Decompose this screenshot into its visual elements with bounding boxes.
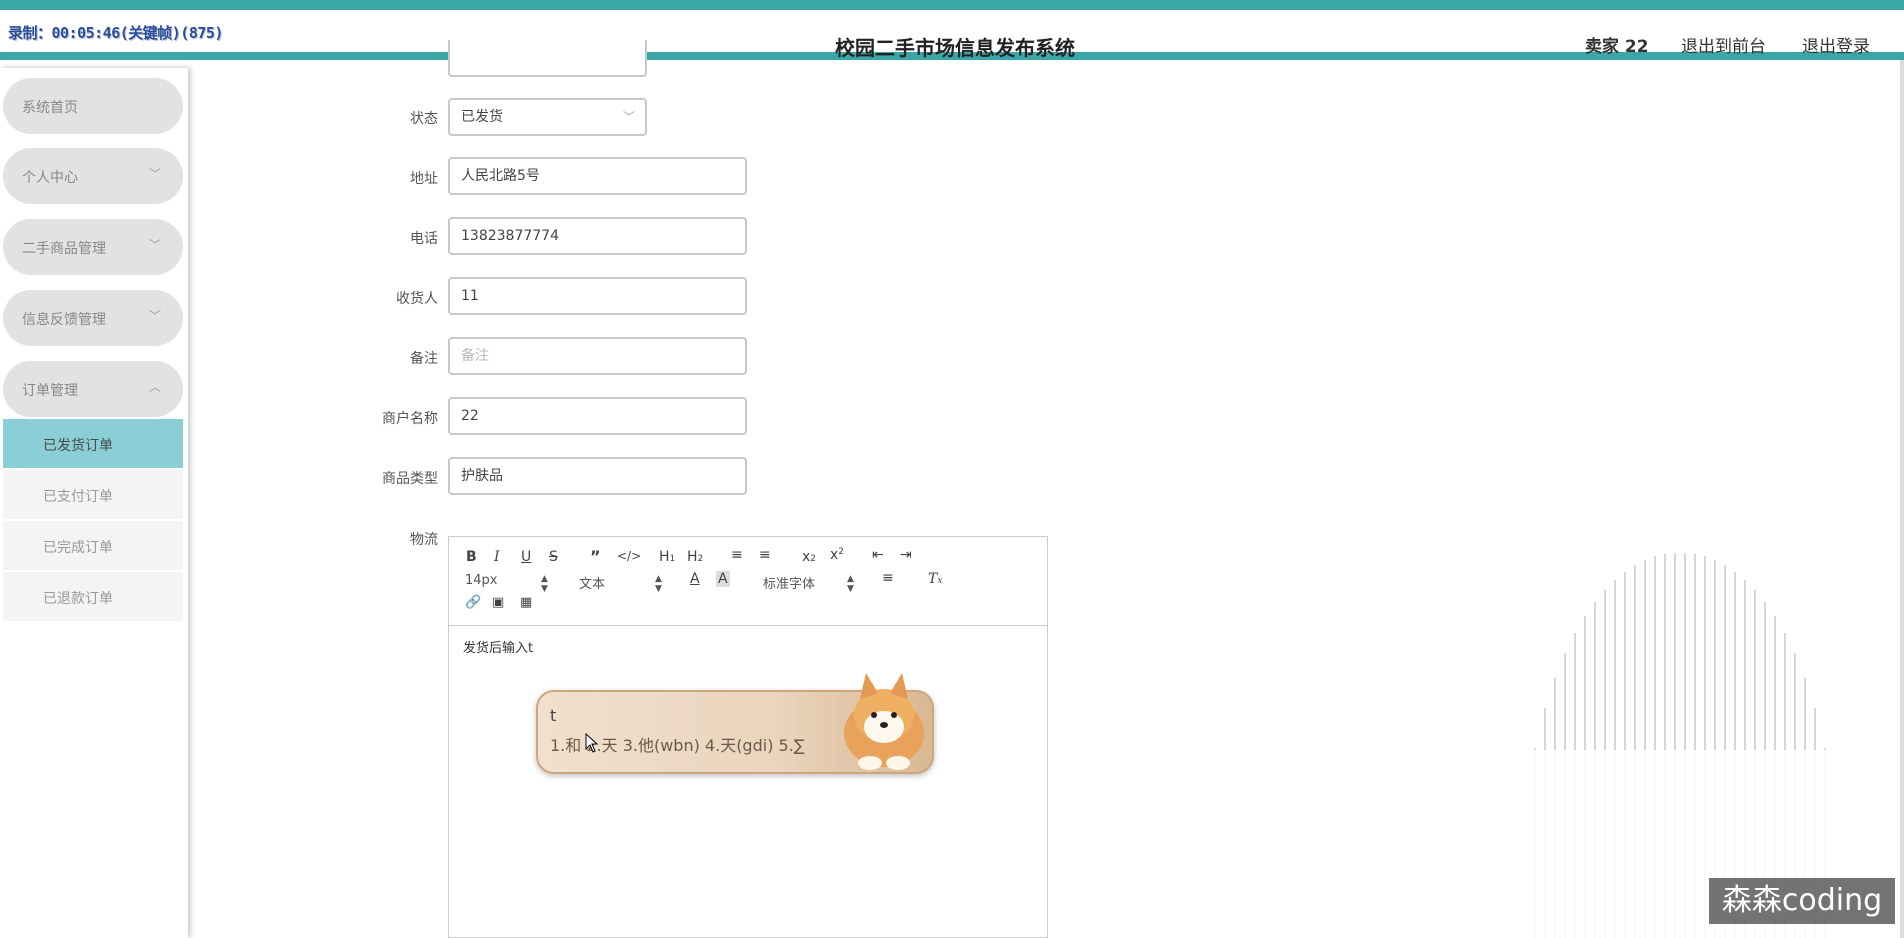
sidebar-item-label: 信息反馈管理 <box>22 312 106 328</box>
watermark: 森森coding <box>1709 878 1895 924</box>
chevron-up-icon: ︿ <box>148 380 161 394</box>
sidebar-item-label: 系统首页 <box>22 100 78 116</box>
logistics-label: 物流 <box>410 532 438 548</box>
header-top-strip <box>0 0 1904 10</box>
sidebar-subitem-label: 已发货订单 <box>43 438 113 454</box>
sidebar-item-feedback-management[interactable]: 信息反馈管理 ﹀ <box>3 290 183 346</box>
sidebar-subitem-completed-orders[interactable]: 已完成订单 <box>3 521 183 571</box>
editor-toolbar: B I U S ” </> H1 H2 ≡ ≡ x2 x2 ⇤ ⇥ 14px ▲… <box>449 537 1047 626</box>
header-bar: 录制：00:05:46(关键帧)(875) 校园二手市场信息发布系统 卖家 22… <box>0 10 1904 60</box>
scrollbar-track[interactable] <box>1900 60 1904 938</box>
indent-icon[interactable]: ⇥ <box>900 547 912 563</box>
italic-icon[interactable]: I <box>494 549 500 565</box>
system-title: 校园二手市场信息发布系统 <box>835 36 1075 60</box>
font-size-select[interactable]: 14px ▲ ▼ <box>465 573 555 594</box>
blockquote-icon[interactable]: ” <box>590 547 601 566</box>
remark-input[interactable]: 备注 <box>448 337 747 375</box>
merchant-label: 商户名称 <box>382 411 438 427</box>
editor-content[interactable]: 发货后输入t <box>463 637 533 656</box>
sidebar: 系统首页 个人中心 ﹀ 二手商品管理 ﹀ 信息反馈管理 ﹀ 订单管理 ︿ 已发货… <box>0 68 188 938</box>
chevron-down-icon: ﹀ <box>148 238 161 252</box>
video-icon[interactable]: ▦ <box>520 595 532 610</box>
exit-to-front-link[interactable]: 退出到前台 <box>1681 32 1766 57</box>
sidebar-subitem-label: 已支付订单 <box>43 489 113 505</box>
sidebar-item-home[interactable]: 系统首页 <box>3 78 183 134</box>
recording-timer: 录制：00:05:46(关键帧)(875) <box>8 24 223 42</box>
background-color-icon[interactable]: A <box>716 571 730 587</box>
previous-field-partial[interactable] <box>448 40 647 77</box>
block-format-value: 文本 <box>579 577 606 592</box>
status-select[interactable]: 已发货 ﹀ <box>448 98 647 136</box>
font-color-icon[interactable]: A <box>690 571 700 587</box>
font-size-value: 14px <box>465 573 498 588</box>
decorative-circle-pattern <box>1530 553 1860 938</box>
bold-icon[interactable]: B <box>466 549 477 565</box>
align-icon[interactable]: ≡ <box>882 570 894 586</box>
subscript-icon[interactable]: x2 <box>802 549 816 565</box>
outdent-icon[interactable]: ⇤ <box>872 547 884 563</box>
updown-icon: ▲ ▼ <box>655 574 662 594</box>
ordered-list-icon[interactable]: ≡ <box>731 547 743 563</box>
image-icon[interactable]: ▣ <box>492 595 504 610</box>
strikethrough-icon[interactable]: S <box>549 549 558 565</box>
category-input[interactable]: 护肤品 <box>448 457 747 495</box>
phone-input[interactable]: 13823877774 <box>448 217 747 255</box>
receiver-label: 收货人 <box>396 291 438 307</box>
address-input[interactable]: 人民北路5号 <box>448 157 747 195</box>
chevron-down-icon: ﹀ <box>622 110 635 124</box>
chevron-down-icon: ﹀ <box>148 309 161 323</box>
sidebar-item-label: 订单管理 <box>22 383 78 399</box>
phone-label: 电话 <box>410 231 438 247</box>
chevron-down-icon: ﹀ <box>148 167 161 181</box>
clear-format-icon[interactable]: Tx <box>928 571 942 587</box>
bullet-list-icon[interactable]: ≡ <box>759 547 771 563</box>
link-icon[interactable]: 🔗 <box>465 595 481 610</box>
underline-icon[interactable]: U <box>521 549 531 565</box>
logout-link[interactable]: 退出登录 <box>1802 32 1870 57</box>
font-family-select[interactable]: 标准字体 ▲ ▼ <box>763 573 859 594</box>
sidebar-subitem-label: 已完成订单 <box>43 540 113 556</box>
sidebar-item-label: 二手商品管理 <box>22 241 106 257</box>
status-label: 状态 <box>410 111 438 127</box>
font-family-value: 标准字体 <box>763 577 816 592</box>
updown-icon: ▲ ▼ <box>847 574 854 594</box>
sidebar-subitem-label: 已退款订单 <box>43 591 113 607</box>
heading1-icon[interactable]: H1 <box>659 549 675 565</box>
superscript-icon[interactable]: x2 <box>830 547 844 563</box>
sidebar-item-label: 个人中心 <box>22 170 78 186</box>
sidebar-item-goods-management[interactable]: 二手商品管理 ﹀ <box>3 219 183 275</box>
sidebar-subitem-paid-orders[interactable]: 已支付订单 <box>3 470 183 520</box>
current-user: 卖家 22 <box>1585 37 1649 57</box>
shiba-dog-image <box>844 673 924 770</box>
receiver-input[interactable]: 11 <box>448 277 747 315</box>
address-label: 地址 <box>410 171 438 187</box>
mouse-cursor-icon <box>585 733 599 753</box>
heading2-icon[interactable]: H2 <box>687 549 703 565</box>
block-format-select[interactable]: 文本 ▲ ▼ <box>579 573 669 594</box>
sidebar-subitem-shipped-orders[interactable]: 已发货订单 <box>3 419 183 469</box>
category-label: 商品类型 <box>382 471 438 487</box>
sidebar-subitem-refunded-orders[interactable]: 已退款订单 <box>3 572 183 622</box>
status-value: 已发货 <box>461 109 503 125</box>
sidebar-item-order-management[interactable]: 订单管理 ︿ <box>3 361 183 417</box>
ime-composition: t <box>550 706 557 725</box>
merchant-input[interactable]: 22 <box>448 397 747 435</box>
updown-icon: ▲ ▼ <box>541 574 548 594</box>
code-block-icon[interactable]: </> <box>617 549 641 563</box>
remark-label: 备注 <box>410 351 438 367</box>
sidebar-item-personal-center[interactable]: 个人中心 ﹀ <box>3 148 183 204</box>
